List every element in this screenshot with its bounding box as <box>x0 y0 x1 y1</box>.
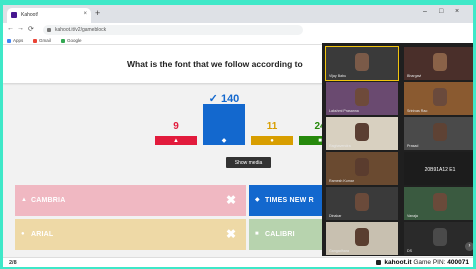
maximize-button[interactable]: □ <box>439 8 443 15</box>
participant-tile[interactable]: Prasad <box>404 117 473 150</box>
participant-tile[interactable]: 20B91A12 E1 <box>404 152 473 185</box>
participant-tile[interactable]: Vijay Babu <box>325 46 399 81</box>
participant-video <box>355 123 369 141</box>
answer-label: ARIAL <box>31 231 54 238</box>
bookmark-gmail[interactable]: Gmail <box>33 38 51 43</box>
participant-video <box>433 88 447 106</box>
result-bar: ● <box>251 133 293 145</box>
browser-tab-bar: Kahoot! × + – □ × <box>3 5 473 23</box>
answer-calibri: ■ CALIBRI <box>249 219 329 250</box>
diamond-icon: ◆ <box>255 197 260 203</box>
participant-name: Vanaja <box>407 214 418 218</box>
participant-video <box>433 193 447 211</box>
back-button[interactable]: ← <box>7 25 14 32</box>
close-window-button[interactable]: × <box>455 8 459 15</box>
triangle-icon: ▲ <box>21 197 27 203</box>
participant-name: Prasad <box>407 144 419 148</box>
answer-shape-icon: ● <box>270 138 274 144</box>
participant-tile[interactable]: Gangadhara <box>326 222 398 255</box>
browser-nav-bar: ← → ⟳ kahoot.it/v2/gameblock <box>3 23 473 37</box>
participant-name: Bhargavi <box>407 74 422 78</box>
square-icon: ■ <box>255 231 259 237</box>
video-participants-panel: Vijay Babu Bhargavi Lakshmi Prasanna Sriniv… <box>322 43 473 256</box>
participant-tile[interactable]: Ramesh Kumar <box>326 152 398 185</box>
answer-label: CALIBRI <box>265 231 295 238</box>
lock-icon <box>47 28 51 32</box>
participant-display-name: 20B91A12 E1 <box>424 167 456 173</box>
participant-name: DS <box>407 249 412 253</box>
participant-video <box>433 53 447 71</box>
reload-button[interactable]: ⟳ <box>28 25 34 33</box>
incorrect-icon: ✖ <box>225 193 236 207</box>
participant-video <box>355 88 369 106</box>
participant-tile[interactable]: Dinakar <box>326 187 398 220</box>
answer-label: TIMES NEW R <box>265 197 314 204</box>
participant-name: Lakshmi Prasanna <box>329 109 359 113</box>
address-bar[interactable]: kahoot.it/v2/gameblock <box>43 25 303 35</box>
participant-video <box>433 123 447 141</box>
participant-name: Raghavendra <box>329 144 351 148</box>
participant-tile[interactable]: Bhargavi <box>404 47 473 80</box>
url-text: kahoot.it/v2/gameblock <box>55 27 107 33</box>
result-count: ✓ 140 <box>208 93 240 105</box>
show-media-button[interactable]: Show media <box>226 157 271 168</box>
forward-button[interactable]: → <box>17 25 24 32</box>
answer-arial: ● ARIAL ✖ <box>15 219 246 250</box>
google-icon <box>61 39 65 43</box>
result-bar-base: ▲ <box>155 136 197 145</box>
result-bar-base: ◆ <box>203 136 245 145</box>
participant-tile[interactable]: Srinivas Rao <box>404 82 473 115</box>
circle-icon: ● <box>21 231 25 237</box>
tab-close-icon[interactable]: × <box>83 11 87 17</box>
answer-shape-icon: ▲ <box>173 138 179 144</box>
question-progress: 2/8 <box>9 260 17 266</box>
minimize-button[interactable]: – <box>423 8 427 15</box>
result-count: 11 <box>266 121 278 132</box>
bookmark-google[interactable]: Google <box>61 38 82 43</box>
question-text: What is the font that we follow accordin… <box>127 59 303 69</box>
game-pin: kahoot.it Game PIN: 400071 <box>375 259 469 266</box>
participant-name: Srinivas Rao <box>407 109 428 113</box>
answer-label: CAMBRIA <box>31 197 66 204</box>
participant-tile[interactable]: Lakshmi Prasanna <box>326 82 398 115</box>
answer-times-new-roman: ◆ TIMES NEW R <box>249 185 329 216</box>
tab-title: Kahoot! <box>21 12 39 18</box>
result-bar: ◆ <box>203 104 245 145</box>
browser-tab[interactable]: Kahoot! × <box>7 8 91 23</box>
participant-video <box>355 158 369 176</box>
participant-name: Vijay Babu <box>329 74 347 78</box>
player-icon <box>375 259 381 265</box>
participant-video <box>355 193 369 211</box>
participant-tile[interactable]: Vanaja <box>404 187 473 220</box>
next-page-button[interactable]: › <box>465 242 473 251</box>
screen: Kahoot! × + – □ × ← → ⟳ kahoot.it/v2/gam… <box>3 5 473 267</box>
participant-tile[interactable]: DS <box>404 222 473 255</box>
participant-video <box>433 228 447 246</box>
participant-video <box>355 53 369 71</box>
pin-label: Game PIN: <box>413 259 446 266</box>
participant-video <box>355 228 369 246</box>
kahoot-brand: kahoot.it <box>384 259 412 266</box>
participant-name: Ramesh Kumar <box>329 179 354 183</box>
answer-shape-icon: ◆ <box>221 138 227 144</box>
participant-name: Dinakar <box>329 214 342 218</box>
participant-name: Gangadhara <box>329 249 349 253</box>
answer-cambria: ▲ CAMBRIA ✖ <box>15 185 246 216</box>
bookmark-apps[interactable]: Apps <box>7 38 23 43</box>
incorrect-icon: ✖ <box>225 227 236 241</box>
gmail-icon <box>33 39 37 43</box>
pin-value: 400071 <box>447 259 469 266</box>
new-tab-button[interactable]: + <box>95 9 100 18</box>
participant-tile[interactable]: Raghavendra <box>326 117 398 150</box>
result-bar: ▲ <box>155 133 197 145</box>
result-bar-base: ● <box>251 136 293 145</box>
game-footer: 2/8 kahoot.it Game PIN: 400071 <box>3 257 473 267</box>
apps-icon <box>7 39 11 43</box>
kahoot-favicon-icon <box>11 12 17 18</box>
result-count: 9 <box>173 121 179 132</box>
